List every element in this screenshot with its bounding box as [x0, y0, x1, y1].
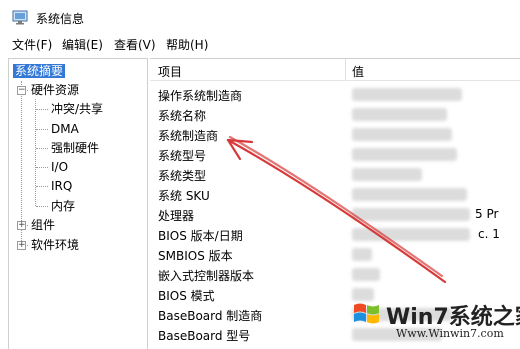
tree-item-io[interactable]: I/O — [51, 158, 68, 176]
row-value-partial: 5 Pr — [475, 207, 499, 221]
table-row[interactable]: 嵌入式控制器版本 — [150, 265, 520, 285]
system-info-icon — [12, 10, 28, 25]
menu-view[interactable]: 查看(V) — [114, 36, 156, 54]
row-value-redacted — [352, 228, 470, 241]
row-value-redacted — [352, 88, 462, 101]
row-value-partial: c. 1 — [478, 227, 500, 241]
title-bar: 系统信息 — [0, 0, 520, 34]
column-header-value[interactable]: 值 — [352, 63, 364, 80]
row-label: 系统制造商 — [158, 129, 219, 143]
tree-item-forced-hardware[interactable]: 强制硬件 — [51, 139, 99, 157]
tree-connector — [36, 206, 48, 207]
tree-item-hardware[interactable]: 硬件资源 — [31, 81, 79, 99]
table-row[interactable]: 系统 SKU — [150, 185, 520, 205]
tree-connector — [36, 148, 48, 149]
table-row[interactable]: SMBIOS 版本 — [150, 245, 520, 265]
tree-item-software[interactable]: 软件环境 — [31, 236, 79, 254]
column-header-item[interactable]: 项目 — [158, 63, 182, 80]
tree-item-irq[interactable]: IRQ — [51, 177, 72, 195]
watermark: Win7系统之家 Www.Winwin7.com — [350, 295, 520, 349]
expand-icon[interactable]: + — [17, 241, 26, 250]
expand-icon[interactable]: + — [17, 221, 26, 230]
table-row[interactable]: 系统型号 — [150, 145, 520, 165]
row-label: SMBIOS 版本 — [158, 249, 233, 263]
row-value-redacted — [352, 208, 470, 221]
row-value-redacted — [352, 148, 457, 161]
row-value-redacted — [352, 188, 467, 201]
row-value-redacted — [352, 268, 380, 281]
row-label: 嵌入式控制器版本 — [158, 269, 255, 283]
table-row[interactable]: 系统制造商 — [150, 125, 520, 145]
column-divider[interactable] — [345, 59, 346, 81]
collapse-icon[interactable]: − — [17, 86, 26, 95]
menu-help[interactable]: 帮助(H) — [166, 36, 208, 54]
tree-item-dma[interactable]: DMA — [51, 120, 79, 138]
row-label: BIOS 版本/日期 — [158, 229, 243, 243]
tree-connector — [36, 109, 48, 110]
row-value-redacted — [352, 108, 447, 121]
tree-item-system-summary[interactable]: 系统摘要 — [13, 62, 66, 80]
row-label: BaseBoard 制造商 — [158, 309, 263, 323]
tree-connector — [35, 99, 36, 206]
tree-item-label: 系统摘要 — [13, 64, 66, 78]
category-tree: 系统摘要 − 硬件资源 冲突/共享 DMA 强制硬件 I/O IRQ 内存 + … — [8, 58, 148, 349]
tree-connector — [36, 167, 48, 168]
table-row[interactable]: 系统类型 — [150, 165, 520, 185]
table-row[interactable]: 处理器 5 Pr — [150, 205, 520, 225]
table-row[interactable]: 系统名称 — [150, 105, 520, 125]
tree-connector — [36, 186, 48, 187]
row-value-redacted — [352, 248, 372, 261]
row-value-redacted — [352, 128, 452, 141]
row-label: 系统名称 — [158, 109, 207, 123]
tree-item-components[interactable]: 组件 — [31, 216, 55, 234]
table-row[interactable]: BIOS 版本/日期 c. 1 — [150, 225, 520, 245]
row-label: 操作系统制造商 — [158, 89, 243, 103]
tree-item-memory[interactable]: 内存 — [51, 197, 75, 215]
row-label: 处理器 — [158, 209, 195, 223]
row-label: 系统类型 — [158, 169, 207, 183]
row-label: BIOS 模式 — [158, 289, 215, 303]
row-label: 系统 SKU — [158, 189, 210, 203]
windows-flag-icon — [354, 303, 379, 324]
menu-file[interactable]: 文件(F) — [12, 36, 52, 54]
row-label: BaseBoard 型号 — [158, 329, 251, 343]
tree-connector — [36, 129, 48, 130]
watermark-url: Www.Winwin7.com — [396, 327, 504, 340]
menu-bar: 文件(F) 编辑(E) 查看(V) 帮助(H) — [0, 36, 520, 54]
table-header: 项目 值 — [150, 59, 520, 81]
row-label: 系统型号 — [158, 149, 207, 163]
menu-edit[interactable]: 编辑(E) — [62, 36, 103, 54]
window-title: 系统信息 — [36, 12, 85, 26]
tree-item-conflicts[interactable]: 冲突/共享 — [51, 100, 103, 118]
row-value-redacted — [352, 168, 422, 181]
table-row[interactable]: 操作系统制造商 — [150, 85, 520, 105]
